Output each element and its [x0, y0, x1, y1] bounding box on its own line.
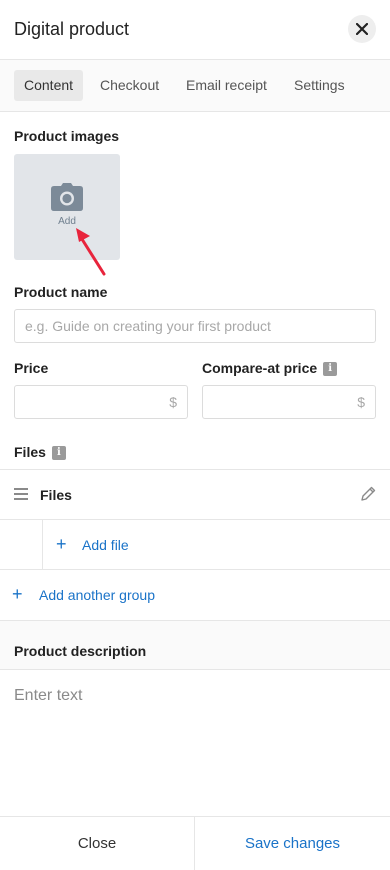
tab-email-receipt[interactable]: Email receipt [176, 70, 277, 101]
compare-price-input[interactable]: $ [202, 385, 376, 419]
edit-pencil-icon[interactable] [360, 486, 376, 502]
price-input[interactable]: $ [14, 385, 188, 419]
save-changes-button[interactable]: Save changes [195, 817, 390, 870]
file-group-title: Files [40, 487, 72, 503]
tab-checkout[interactable]: Checkout [90, 70, 169, 101]
files-label: Files i [14, 444, 66, 461]
price-currency: $ [169, 394, 177, 410]
camera-icon [51, 183, 83, 211]
add-group-link[interactable]: Add another group [39, 587, 155, 603]
tab-content[interactable]: Content [14, 70, 84, 101]
add-group-plus-icon[interactable]: + [12, 585, 23, 603]
close-button[interactable]: Close [0, 817, 194, 870]
add-file-plus-icon[interactable]: + [56, 535, 67, 553]
product-name-placeholder: e.g. Guide on creating your first produc… [25, 318, 271, 334]
compare-price-label: Compare-at price i [202, 360, 338, 377]
compare-price-currency: $ [357, 394, 365, 410]
add-file-link[interactable]: Add file [82, 537, 129, 553]
add-file-row: + Add file [0, 519, 390, 570]
product-description-input[interactable]: Enter text [14, 687, 82, 705]
compare-price-info-icon[interactable]: i [323, 362, 338, 377]
files-info-icon[interactable]: i [51, 446, 66, 461]
indent-line [42, 520, 43, 570]
close-icon[interactable] [348, 15, 376, 43]
product-description-label: Product description [14, 643, 147, 659]
annotation-arrow-icon [76, 228, 106, 276]
drag-handle-icon[interactable] [14, 488, 28, 500]
tab-bar: Content Checkout Email receipt Settings [0, 60, 390, 112]
price-label: Price [14, 360, 49, 376]
product-name-input[interactable]: e.g. Guide on creating your first produc… [14, 309, 376, 343]
product-name-label: Product name [14, 284, 108, 300]
panel-footer: Close Save changes [0, 816, 390, 870]
panel-header: Digital product [0, 0, 390, 60]
file-group-row: Files [0, 469, 390, 520]
add-group-row: + Add another group [0, 569, 390, 620]
panel-title: Digital product [14, 19, 130, 39]
product-images-label: Product images [14, 128, 120, 144]
tab-settings[interactable]: Settings [284, 70, 355, 101]
